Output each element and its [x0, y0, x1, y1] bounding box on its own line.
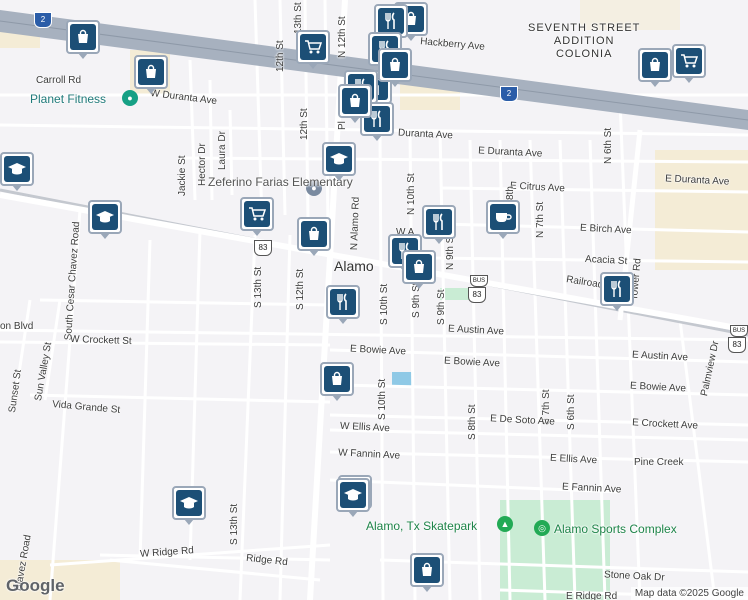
street-label: Jackie St — [177, 155, 188, 196]
street-label: 12th St — [275, 40, 286, 72]
street-label: S 13th St — [229, 503, 240, 545]
district-line: SEVENTH STREET — [528, 22, 641, 34]
poi-label[interactable]: Planet Fitness — [30, 93, 106, 105]
map-marker[interactable] — [600, 272, 634, 311]
poi-text: Zeferino Farias Elementary — [208, 175, 353, 189]
street-label: 12th St — [299, 108, 310, 140]
map-marker[interactable] — [297, 217, 331, 256]
map-marker[interactable] — [320, 362, 354, 401]
map-marker[interactable] — [66, 20, 100, 59]
map-marker[interactable] — [486, 200, 520, 239]
street-label: Laura Dr — [217, 131, 228, 170]
street-label: Acacia St — [584, 253, 628, 268]
street-label: S 10th St — [377, 378, 388, 420]
street-label: N 9th St — [445, 233, 456, 270]
fitness-icon[interactable]: ● — [122, 90, 138, 106]
map-marker[interactable] — [672, 44, 706, 83]
map-marker[interactable] — [410, 553, 444, 592]
street-label: N Alamo Rd — [349, 196, 362, 251]
interstate-shield: 2 — [500, 86, 518, 102]
shopping-icon — [70, 24, 96, 50]
map-marker[interactable] — [88, 200, 122, 239]
restaurant-icon — [604, 276, 630, 302]
us-route-shield: 83 — [254, 240, 272, 256]
school-icon — [326, 146, 352, 172]
shopping-icon — [138, 59, 164, 85]
street-label: S 6th St — [566, 394, 577, 430]
map-marker[interactable] — [422, 205, 456, 244]
map-marker[interactable] — [134, 55, 168, 94]
cart-icon — [244, 201, 270, 227]
park-icon[interactable]: ◎ — [534, 520, 550, 536]
street-label: S 10th St — [379, 283, 390, 325]
street-label: S 13th St — [253, 266, 264, 308]
google-logo: Google — [6, 576, 65, 595]
street-label: Pl — [337, 121, 348, 130]
cart-icon — [300, 34, 326, 60]
street-label: N 12th St — [337, 16, 348, 58]
shopping-icon — [406, 254, 432, 280]
cart-icon — [676, 48, 702, 74]
map-marker[interactable] — [326, 285, 360, 324]
map-marker[interactable] — [638, 48, 672, 87]
map-marker[interactable] — [338, 84, 372, 123]
school-icon — [4, 156, 30, 182]
street-label: Pine Creek — [634, 457, 684, 468]
school-icon — [176, 490, 202, 516]
district-line: ADDITION — [553, 35, 615, 47]
place-label: Alamo — [334, 258, 374, 274]
shopping-icon — [642, 52, 668, 78]
park-icon[interactable]: ▲ — [497, 516, 513, 532]
map-marker[interactable] — [322, 142, 356, 181]
map-marker[interactable] — [172, 486, 206, 525]
map-marker[interactable] — [402, 250, 436, 289]
street-label: Carroll Rd — [36, 75, 82, 86]
restaurant-icon — [378, 8, 404, 34]
shopping-icon — [301, 221, 327, 247]
street-label: N 7th St — [535, 201, 546, 238]
us-route-shield: 83 — [468, 287, 486, 303]
map-marker[interactable] — [378, 48, 412, 87]
school-icon — [92, 204, 118, 230]
poi-label[interactable]: Alamo, Tx Skatepark — [366, 520, 477, 532]
map-attribution[interactable]: Map data ©2025 Google — [630, 587, 748, 600]
cafe-icon — [490, 204, 516, 230]
district-label: SEVENTH STREET ADDITION COLONIA — [528, 22, 640, 61]
shopping-icon — [414, 557, 440, 583]
street-label: S 8th St — [467, 404, 478, 440]
street-label: on Blvd — [0, 321, 34, 332]
map-canvas[interactable]: SEVENTH STREET ADDITION COLONIA Alamo Ca… — [0, 0, 748, 600]
street-label: N 10th St — [406, 173, 417, 215]
poi-label[interactable]: Alamo Sports Complex — [554, 523, 677, 535]
map-marker[interactable] — [240, 197, 274, 236]
map-marker[interactable] — [336, 478, 370, 517]
street-label: S 12th St — [295, 268, 306, 310]
street-label: S 9th St — [436, 289, 447, 325]
shopping-icon — [382, 52, 408, 78]
bus-route-label: BUS — [470, 275, 488, 287]
street-label: Hector Dr — [197, 143, 208, 186]
bus-route-label: BUS — [730, 325, 748, 337]
interstate-shield: 2 — [34, 12, 52, 28]
restaurant-icon — [330, 289, 356, 315]
restaurant-icon — [426, 209, 452, 235]
school-icon — [340, 482, 366, 508]
map-marker[interactable] — [0, 152, 34, 191]
street-label: W Crockett St — [69, 333, 132, 348]
shopping-icon — [342, 88, 368, 114]
poi-label[interactable]: Zeferino Farias Elementary — [208, 176, 353, 188]
us-route-shield: 83 — [728, 337, 746, 353]
street-label: N 6th St — [603, 127, 614, 164]
map-marker[interactable] — [296, 30, 330, 69]
district-line: COLONIA — [555, 48, 613, 60]
street-label: E Ridge Rd — [566, 591, 618, 600]
shopping-icon — [324, 366, 350, 392]
